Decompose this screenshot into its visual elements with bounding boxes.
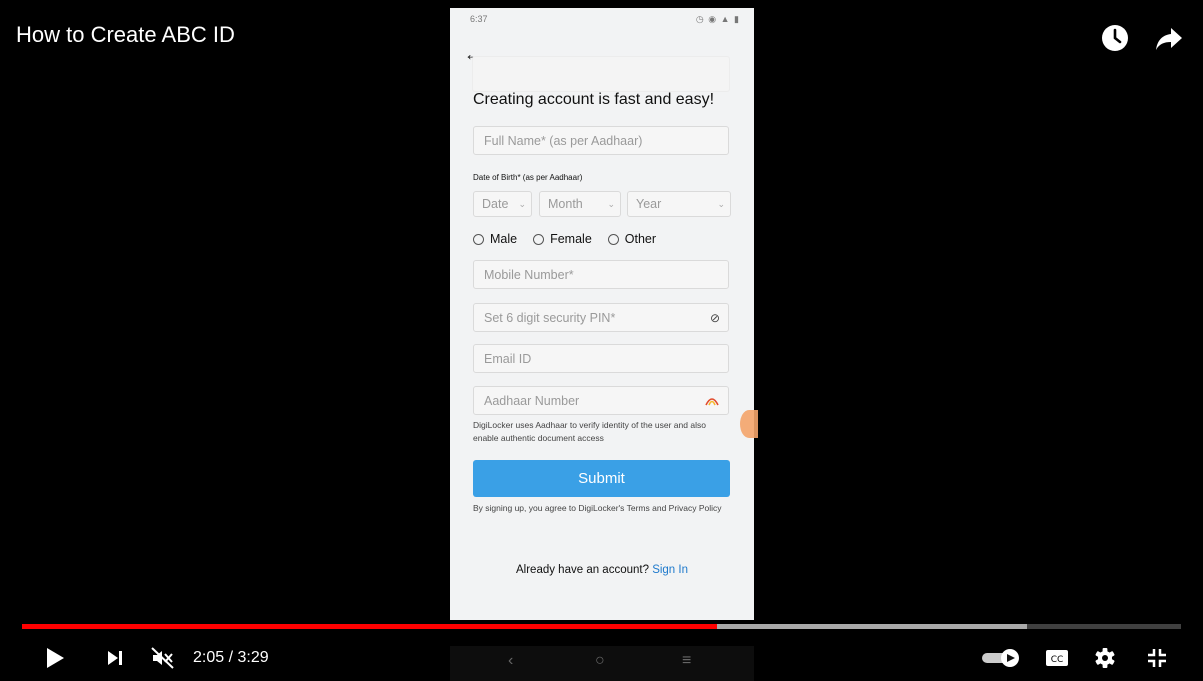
chevron-down-icon: ⌄ xyxy=(518,199,526,209)
progress-bar[interactable] xyxy=(22,624,1181,629)
cc-icon: CC xyxy=(1046,650,1068,666)
gender-radio-group: Male Female Other xyxy=(473,232,656,246)
radio-circle xyxy=(607,233,619,245)
date-select[interactable]: Date ⌄ xyxy=(473,191,532,217)
signin-row: Already have an account? Sign In xyxy=(450,564,754,576)
current-time: 2:05 xyxy=(193,649,225,666)
signin-link[interactable]: Sign In xyxy=(652,564,688,576)
radio-circle xyxy=(533,233,545,245)
settings-button[interactable] xyxy=(1088,642,1122,674)
chevron-down-icon: ⌄ xyxy=(717,199,725,209)
gender-other-label: Other xyxy=(624,232,657,246)
signin-prompt: Already have an account? xyxy=(516,564,649,576)
gender-male-label: Male xyxy=(490,232,518,246)
security-pin-field[interactable]: Set 6 digit security PIN* ⊘ xyxy=(473,303,729,332)
dob-label: Date of Birth* (as per Aadhaar) xyxy=(473,173,583,182)
duration: 3:29 xyxy=(237,649,269,666)
clock-icon xyxy=(1102,25,1128,51)
gender-male-radio[interactable]: Male xyxy=(473,232,517,246)
cc-label: CC xyxy=(1051,655,1064,665)
submit-button[interactable]: Submit xyxy=(473,460,730,497)
aadhaar-number-field[interactable]: Aadhaar Number xyxy=(473,386,729,415)
autoplay-toggle-icon xyxy=(982,649,1019,667)
share-arrow-icon xyxy=(1156,28,1182,50)
mobile-number-field[interactable]: Mobile Number* xyxy=(473,260,729,289)
month-select[interactable]: Month ⌄ xyxy=(539,191,621,217)
eye-off-icon[interactable]: ⊘ xyxy=(710,311,720,325)
next-button[interactable] xyxy=(98,642,132,674)
chevron-down-icon: ⌄ xyxy=(607,199,615,209)
volume-muted-icon xyxy=(151,647,174,669)
aadhaar-logo-icon xyxy=(705,398,719,406)
autoplay-toggle[interactable] xyxy=(978,642,1024,674)
year-select[interactable]: Year ⌄ xyxy=(627,191,731,217)
gender-female-label: Female xyxy=(550,232,592,246)
mute-button[interactable] xyxy=(146,642,180,674)
play-button[interactable] xyxy=(38,642,72,674)
captions-button[interactable]: CC xyxy=(1040,642,1074,674)
play-icon xyxy=(47,648,64,668)
terms-text: By signing up, you agree to DigiLocker's… xyxy=(473,503,722,513)
control-bar: 2:05 / 3:29 CC xyxy=(0,636,1203,681)
gender-other-radio[interactable]: Other xyxy=(607,232,657,246)
security-pin-placeholder: Set 6 digit security PIN* xyxy=(484,310,616,325)
time-display: 2:05 / 3:29 xyxy=(193,649,269,667)
radio-circle xyxy=(473,233,484,245)
email-field[interactable]: Email ID xyxy=(473,344,729,373)
share-button[interactable] xyxy=(1153,22,1185,54)
date-select-label: Date xyxy=(482,197,509,211)
exit-fullscreen-icon xyxy=(1148,649,1166,667)
time-separator: / xyxy=(224,649,238,666)
top-right-actions xyxy=(1099,22,1185,54)
floating-widget xyxy=(740,410,758,438)
faded-header-field xyxy=(472,56,730,92)
status-icons: ◷ ◉ ▲ ▮ xyxy=(695,14,740,24)
gear-icon xyxy=(1095,648,1115,668)
month-select-label: Month xyxy=(548,197,583,211)
status-time: 6:37 xyxy=(470,14,488,24)
aadhaar-placeholder: Aadhaar Number xyxy=(484,393,580,408)
phone-status-bar: 6:37 ◷ ◉ ▲ ▮ xyxy=(450,8,754,30)
full-name-field[interactable]: Full Name* (as per Aadhaar) xyxy=(473,126,729,155)
watch-later-button[interactable] xyxy=(1099,22,1131,54)
aadhaar-note: DigiLocker uses Aadhaar to verify identi… xyxy=(473,420,706,443)
exit-fullscreen-button[interactable] xyxy=(1140,642,1174,674)
form-heading: Creating account is fast and easy! xyxy=(473,91,715,108)
video-player[interactable]: How to Create ABC ID 6:37 ◷ ◉ ▲ ▮ ← Crea… xyxy=(0,0,1203,681)
next-icon xyxy=(108,651,122,665)
gender-female-radio[interactable]: Female xyxy=(533,232,592,246)
video-title: How to Create ABC ID xyxy=(16,22,235,47)
year-select-label: Year xyxy=(636,197,662,211)
phone-screen: 6:37 ◷ ◉ ▲ ▮ ← Creating account is fast … xyxy=(450,8,754,620)
progress-played xyxy=(22,624,718,629)
